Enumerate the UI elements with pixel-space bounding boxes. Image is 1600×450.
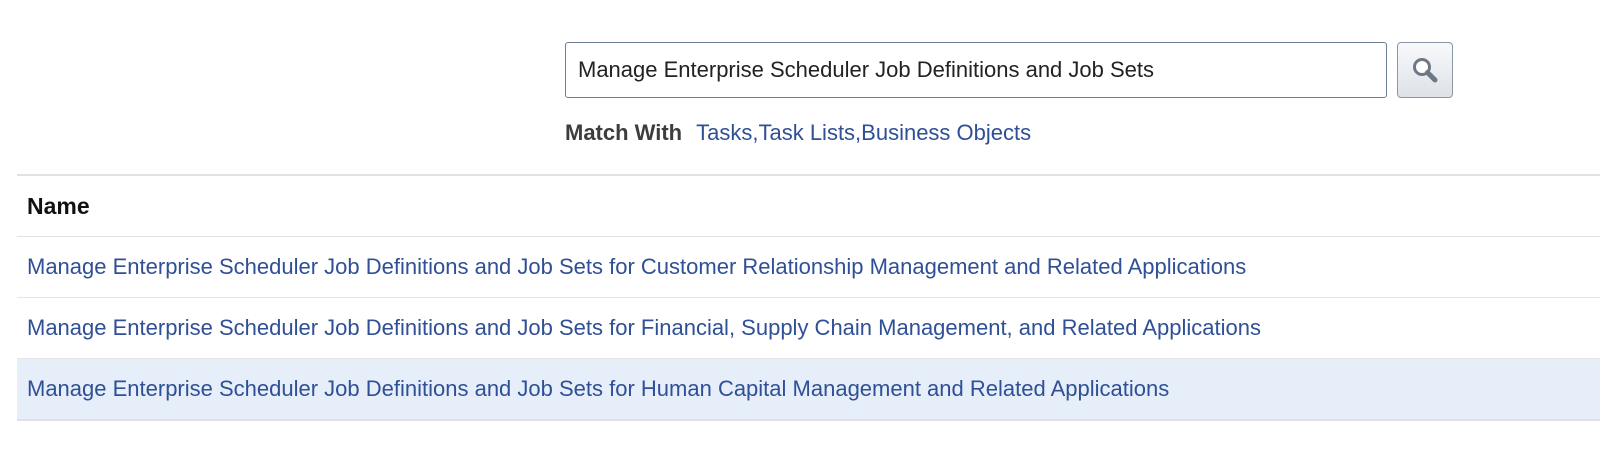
search-icon <box>1413 58 1438 83</box>
result-link[interactable]: Manage Enterprise Scheduler Job Definiti… <box>27 315 1261 341</box>
match-with-link[interactable]: Tasks,Task Lists,Business Objects <box>696 120 1031 146</box>
search-input[interactable] <box>565 42 1387 98</box>
table-row[interactable]: Manage Enterprise Scheduler Job Definiti… <box>17 298 1600 359</box>
match-with-row: Match With Tasks,Task Lists,Business Obj… <box>565 120 1031 146</box>
result-link[interactable]: Manage Enterprise Scheduler Job Definiti… <box>27 254 1246 280</box>
table-row[interactable]: Manage Enterprise Scheduler Job Definiti… <box>17 237 1600 298</box>
match-with-label: Match With <box>565 120 683 145</box>
table-row-selected[interactable]: Manage Enterprise Scheduler Job Definiti… <box>17 359 1600 421</box>
result-link[interactable]: Manage Enterprise Scheduler Job Definiti… <box>27 376 1169 402</box>
column-header-name: Name <box>27 192 90 219</box>
table-header: Name <box>17 176 1600 237</box>
search-button[interactable] <box>1397 42 1453 98</box>
search-bar <box>565 42 1453 98</box>
results-table: Name Manage Enterprise Scheduler Job Def… <box>17 174 1600 421</box>
search-results-page: Match With Tasks,Task Lists,Business Obj… <box>0 0 1600 450</box>
